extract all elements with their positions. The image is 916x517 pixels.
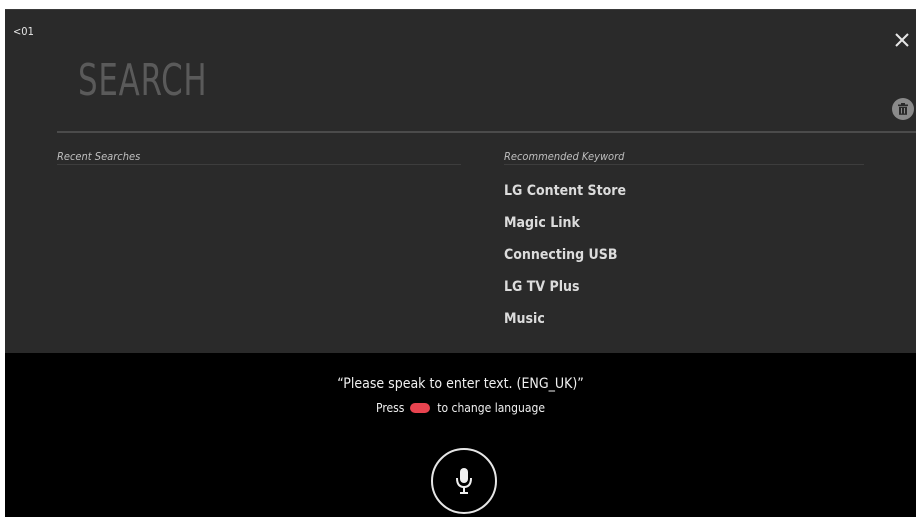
search-screen: <01 SEARCH Recent Searches Recommended K… (5, 9, 916, 517)
recommended-keyword-item[interactable]: Magic Link (504, 215, 580, 231)
top-divider (5, 9, 916, 10)
recommended-keyword-heading: Recommended Keyword (504, 150, 625, 163)
back-button[interactable]: <01 (13, 25, 34, 38)
close-icon[interactable] (892, 30, 912, 50)
recent-searches-divider (57, 164, 461, 165)
search-input[interactable]: SEARCH (78, 55, 207, 106)
microphone-icon (456, 468, 472, 494)
trash-icon (898, 103, 908, 115)
recommended-keyword-item[interactable]: Connecting USB (504, 247, 617, 263)
change-language-label: to change language (437, 401, 545, 415)
search-underline (57, 131, 916, 133)
recommended-keyword-item[interactable]: LG Content Store (504, 183, 626, 199)
recommended-keyword-item[interactable]: LG TV Plus (504, 279, 579, 295)
voice-input-panel: “Please speak to enter text. (ENG_UK)” P… (5, 353, 916, 517)
recent-searches-heading: Recent Searches (57, 150, 141, 163)
recommended-keyword-item[interactable]: Music (504, 311, 545, 327)
delete-history-button[interactable] (892, 98, 914, 120)
change-language-hint: Press to change language (5, 401, 916, 415)
recommended-keyword-divider (504, 164, 864, 165)
microphone-button[interactable] (431, 448, 497, 514)
voice-prompt: “Please speak to enter text. (ENG_UK)” (337, 376, 584, 392)
press-label: Press (376, 401, 405, 415)
red-button-icon (409, 402, 430, 413)
